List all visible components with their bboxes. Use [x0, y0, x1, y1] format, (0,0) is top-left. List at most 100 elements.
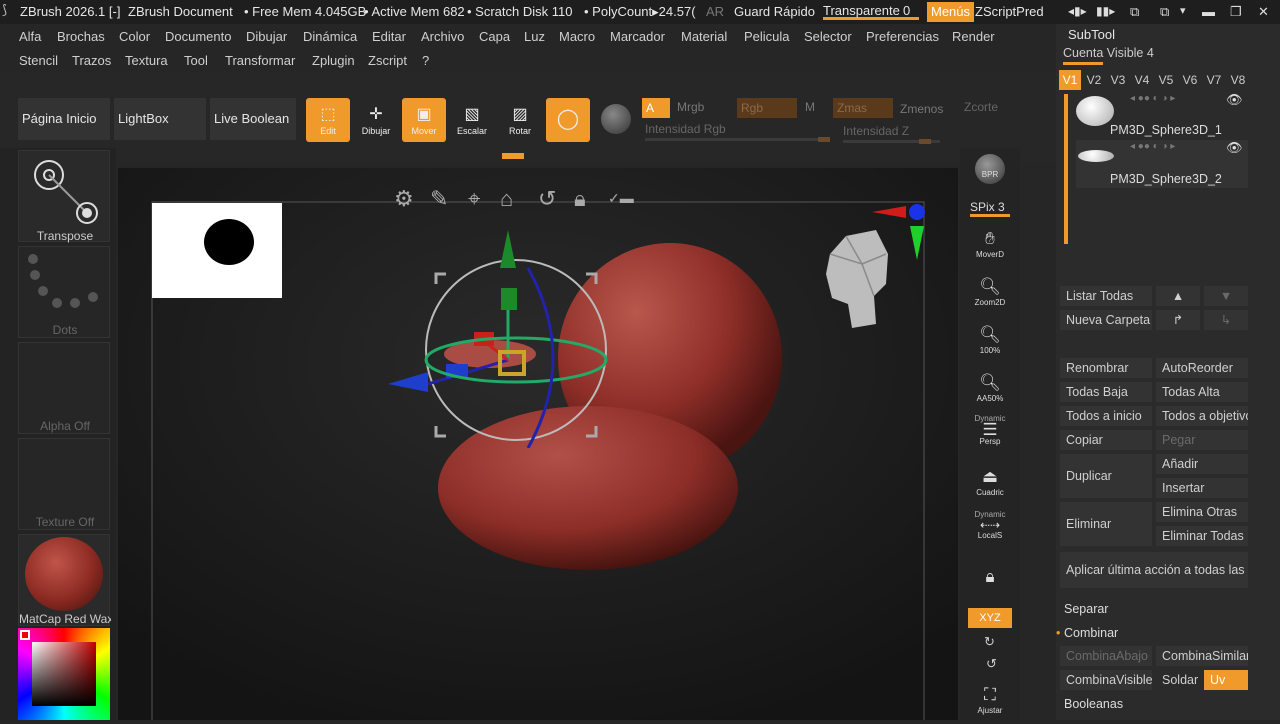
menu-item-alfa[interactable]: Alfa [19, 29, 41, 44]
version-tab-v6[interactable]: V6 [1179, 70, 1201, 90]
minimize-icon[interactable]: ▬ [1202, 4, 1215, 19]
rotate-z-icon[interactable]: ↺ [986, 656, 997, 672]
matcap-tile[interactable]: MatCap Red Wax [18, 534, 111, 626]
merge-similar-button[interactable]: CombinaSimilar [1156, 646, 1248, 666]
paste-button[interactable]: Pegar [1156, 430, 1248, 450]
undo-icon[interactable]: ↺ [538, 186, 556, 212]
xyz-button[interactable]: XYZ [968, 608, 1012, 628]
menu-item-pelicula[interactable]: Pelicula [744, 29, 790, 44]
menu-item-textura[interactable]: Textura [125, 53, 168, 68]
version-tab-v1[interactable]: V1 [1059, 70, 1081, 90]
floor-button[interactable]: ⏏︎ Cuadric [967, 466, 1013, 506]
antialias-button[interactable]: 🔍︎ AA50% [967, 372, 1013, 412]
move-button[interactable]: ▣ Mover [402, 98, 446, 142]
subtool-toggles-icon[interactable]: ◂ ●● ◐ ◑ ▸ [1130, 141, 1175, 152]
menu-item-zscript[interactable]: Zscript [368, 53, 407, 68]
menu-item-trazos[interactable]: Trazos [72, 53, 111, 68]
menu-item-editar[interactable]: Editar [372, 29, 406, 44]
navigation-thumbnail[interactable] [152, 203, 282, 298]
subtool-item-selected[interactable]: 👁︎ ◂ ●● ◐ ◑ ▸ PM3D_Sphere3D_2 [1076, 140, 1248, 188]
rotate-y-icon[interactable]: ↻ [984, 634, 995, 650]
menu-item-marcador[interactable]: Marcador [610, 29, 665, 44]
subtool-title[interactable]: SubTool [1068, 27, 1115, 42]
append-button[interactable]: Añadir [1156, 454, 1248, 474]
menu-item-preferencias[interactable]: Preferencias [866, 29, 939, 44]
menu-item-transformar[interactable]: Transformar [225, 53, 295, 68]
edit-button[interactable]: ⬚ Edit [306, 98, 350, 142]
menu-item-tool[interactable]: Tool [184, 53, 208, 68]
apply-last-action-button[interactable]: Aplicar última acción a todas las l [1060, 552, 1248, 588]
menu-item-zplugin[interactable]: Zplugin [312, 53, 355, 68]
material-sphere-icon[interactable] [601, 104, 631, 134]
menu-item-capa[interactable]: Capa [479, 29, 510, 44]
menu-item-brochas[interactable]: Brochas [57, 29, 105, 44]
persp-button[interactable]: Dynamic ☰ Persp [967, 414, 1013, 454]
subtool-item[interactable]: 👁︎ ◂ ●● ◐ ◑ ▸ PM3D_Sphere3D_1 [1076, 92, 1248, 140]
menu-item-material[interactable]: Material [681, 29, 727, 44]
quicksave-button[interactable]: Guard Rápido [734, 4, 815, 19]
zsub-toggle[interactable]: Zmenos [900, 102, 943, 116]
a-toggle[interactable]: A [642, 98, 670, 118]
transpose-tile[interactable]: Transpose [18, 150, 110, 243]
draw-button[interactable]: ✛ Dibujar [354, 98, 398, 142]
help-icon[interactable]: ▾ [1180, 4, 1186, 17]
all-high-button[interactable]: Todas Alta [1156, 382, 1248, 402]
check-icon[interactable]: ✓▬ [608, 190, 634, 207]
folder-arrow2-button[interactable]: ↳ [1204, 310, 1248, 330]
local-symmetry-button[interactable]: Dynamic ⇠⇢ LocalS [967, 510, 1013, 550]
menu-item-stencil[interactable]: Stencil [19, 53, 58, 68]
menu-item-documento[interactable]: Documento [165, 29, 231, 44]
texture-tile[interactable]: Texture Off [18, 438, 110, 530]
move-down-button[interactable]: ▼ [1204, 286, 1248, 306]
z-intensity-track[interactable] [843, 139, 940, 144]
all-low-button[interactable]: Todas Baja [1060, 382, 1152, 402]
version-tab-v7[interactable]: V7 [1203, 70, 1225, 90]
menu-item-dibujar[interactable]: Dibujar [246, 29, 287, 44]
lightbox-button[interactable]: LightBox [114, 98, 206, 140]
layout-icon[interactable]: ◂▮▸ [1068, 4, 1087, 18]
delete-button[interactable]: Eliminar [1060, 502, 1152, 546]
rotate-button[interactable]: ▨ Rotar [498, 98, 542, 142]
version-tab-v8[interactable]: V8 [1227, 70, 1249, 90]
window-swap-icon[interactable]: ⧉ [1130, 4, 1139, 20]
menu-item-render[interactable]: Render [952, 29, 995, 44]
new-folder-button[interactable]: Nueva Carpeta [1060, 310, 1152, 330]
menu-item-dinamica[interactable]: Dinámica [303, 29, 357, 44]
gizmo-button[interactable]: ◯ [546, 98, 590, 142]
rgb-intensity-slider[interactable]: Intensidad Rgb [645, 122, 726, 136]
home-page-button[interactable]: Página Inicio [18, 98, 110, 140]
color-picker[interactable] [18, 628, 110, 720]
folder-arrow-button[interactable]: ↱ [1156, 310, 1200, 330]
transparent-button[interactable]: Transparente 0 [823, 2, 919, 20]
window-settings-icon[interactable]: ⧉ [1160, 4, 1169, 20]
weld-toggle[interactable]: Soldar [1156, 670, 1200, 690]
version-tab-v5[interactable]: V5 [1155, 70, 1177, 90]
zoom2d-button[interactable]: 🔍︎ Zoom2D [967, 276, 1013, 316]
merge-visible-button[interactable]: CombinaVisible [1060, 670, 1152, 690]
version-tab-v4[interactable]: V4 [1131, 70, 1153, 90]
rgb-toggle[interactable]: Rgb [737, 98, 797, 118]
location-icon[interactable]: ⌖ [468, 186, 480, 212]
list-all-button[interactable]: Listar Todas [1060, 286, 1152, 306]
subtool-visibility-icon[interactable]: 👁︎ [1226, 92, 1243, 108]
transpose-gizmo[interactable] [388, 228, 648, 448]
m-toggle[interactable]: M [805, 100, 815, 114]
insert-button[interactable]: Insertar [1156, 478, 1248, 498]
move-view-button[interactable]: ✋︎ MoverD [967, 228, 1013, 268]
zadd-toggle[interactable]: Zmas [833, 98, 893, 118]
bpr-button[interactable]: BPR [967, 154, 1013, 198]
menu-item-help[interactable]: ? [422, 53, 429, 68]
zscript-button[interactable]: ZScriptPred [975, 4, 1044, 19]
subtool-toggles-icon[interactable]: ◂ ●● ◐ ◑ ▸ [1130, 93, 1175, 104]
version-tab-v2[interactable]: V2 [1083, 70, 1105, 90]
rename-button[interactable]: Renombrar [1060, 358, 1152, 378]
z-intensity-slider[interactable]: Intensidad Z [843, 124, 909, 138]
head-navigation-icon[interactable] [818, 224, 898, 334]
alpha-tile[interactable]: Alpha Off [18, 342, 110, 434]
subtool-visibility-icon[interactable]: 👁︎ [1226, 140, 1243, 156]
frame-button[interactable]: ⛶ Ajustar [967, 684, 1013, 724]
merge-down-button[interactable]: CombinaAbajo [1060, 646, 1152, 666]
menu-item-macro[interactable]: Macro [559, 29, 595, 44]
close-icon[interactable]: ✕ [1258, 4, 1269, 20]
menu-item-luz[interactable]: Luz [524, 29, 545, 44]
